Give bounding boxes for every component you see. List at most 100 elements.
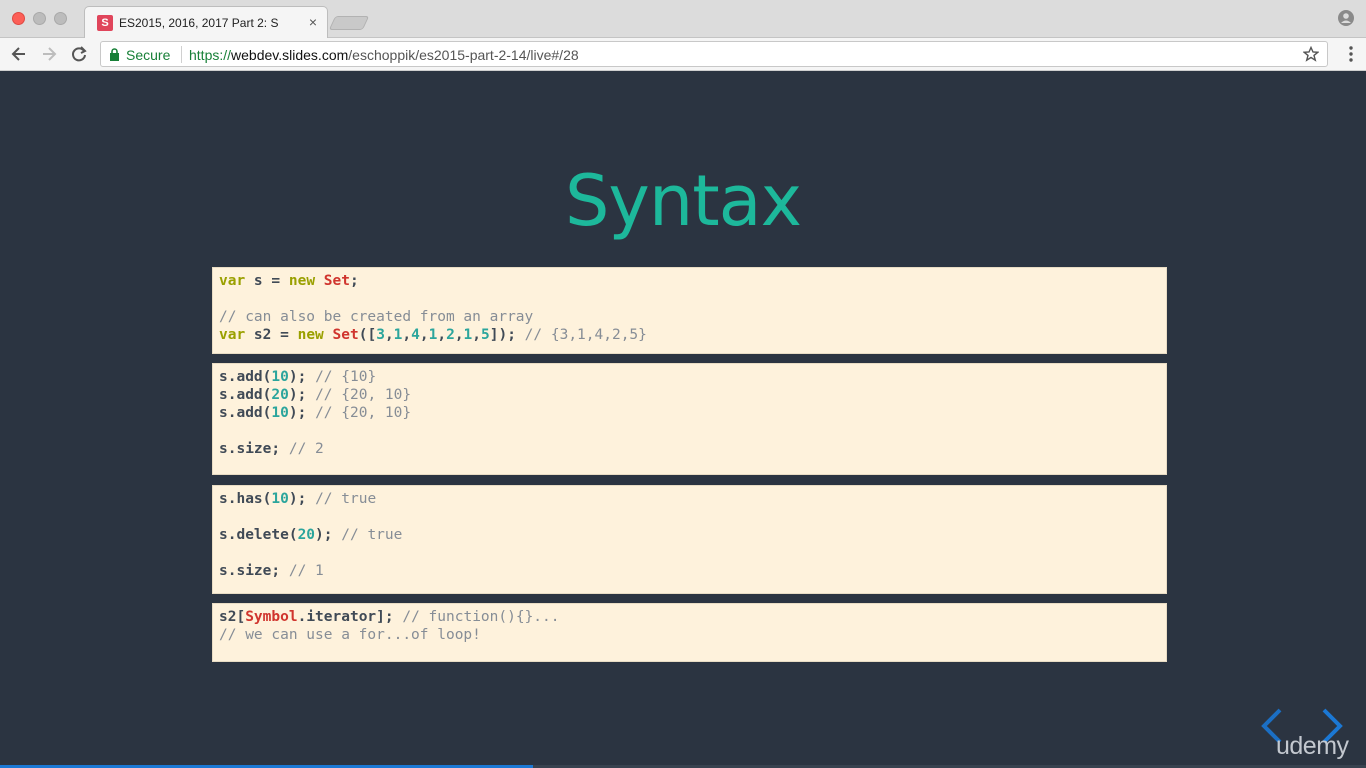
code-token: s.delete( — [219, 527, 298, 543]
code-token: var — [219, 273, 246, 289]
code-token: ); — [288, 405, 316, 421]
code-line: s.add(10); // {20, 10} — [219, 404, 1160, 422]
reload-icon[interactable] — [69, 44, 89, 64]
slide-title: Syntax — [565, 160, 802, 242]
code-token: s = — [245, 273, 289, 289]
code-token: , — [384, 327, 394, 343]
new-tab-button[interactable] — [328, 16, 370, 30]
code-token: // function(){}... — [402, 609, 560, 625]
code-token: , — [472, 327, 482, 343]
slides-favicon-icon: S — [97, 15, 113, 31]
bookmark-star-icon[interactable] — [1303, 46, 1319, 62]
udemy-logo: udemy — [1276, 732, 1349, 760]
code-token: , — [437, 327, 447, 343]
code-token: // {10} — [315, 369, 377, 385]
minimize-window-button[interactable] — [33, 12, 46, 25]
code-block-1: var s = new Set; // can also be created f… — [212, 267, 1167, 354]
code-token: s.size; — [219, 441, 289, 457]
code-line: var s = new Set; — [219, 272, 1160, 290]
code-line: s.add(20); // {20, 10} — [219, 386, 1160, 404]
browser-menu-icon[interactable] — [1349, 46, 1353, 62]
close-window-button[interactable] — [12, 12, 25, 25]
code-line: s.add(10); // {10} — [219, 368, 1160, 386]
code-token: var — [219, 327, 246, 343]
url-scheme: https:// — [189, 47, 232, 63]
code-token: // 1 — [288, 563, 324, 579]
code-token: ); — [288, 491, 316, 507]
code-token: 20 — [271, 387, 289, 403]
profile-icon[interactable] — [1338, 10, 1354, 26]
code-token: s.add( — [219, 387, 272, 403]
code-block-4: s2[Symbol.iterator]; // function(){}... /… — [212, 603, 1167, 662]
code-token: , — [419, 327, 429, 343]
back-arrow-icon[interactable] — [9, 44, 29, 64]
code-token: // {20, 10} — [315, 405, 412, 421]
slide: Syntax var s = new Set; // can also be cr… — [0, 72, 1366, 768]
code-token: s.add( — [219, 405, 272, 421]
code-token: Set — [332, 327, 359, 343]
code-token: // can also be created from an array — [219, 309, 534, 325]
url-host: webdev.slides.com — [231, 47, 349, 63]
code-token: ([ — [358, 327, 377, 343]
code-token: 3 — [376, 327, 385, 343]
code-token: ]); — [489, 327, 525, 343]
code-token: 2 — [446, 327, 455, 343]
code-token: 10 — [271, 369, 289, 385]
address-bar[interactable]: Secure https://webdev.slides.com/eschopp… — [100, 41, 1328, 67]
code-line: var s2 = new Set([3,1,4,1,2,1,5]); // {3… — [219, 326, 1160, 344]
code-token: s.has( — [219, 491, 272, 507]
code-token: new — [297, 327, 324, 343]
code-token: , — [402, 327, 412, 343]
code-token: s2[ — [219, 609, 246, 625]
code-token: .iterator]; — [297, 609, 403, 625]
code-token: // true — [341, 527, 403, 543]
code-token: ); — [315, 527, 342, 543]
code-token: // we can use a for...of loop! — [219, 627, 481, 643]
url-path: /eschoppik/es2015-part-2-14/live#/28 — [348, 47, 579, 63]
url-text[interactable]: https://webdev.slides.com/eschoppik/es20… — [189, 47, 579, 63]
code-token: Symbol — [245, 609, 298, 625]
code-token: // {20, 10} — [315, 387, 412, 403]
forward-arrow-icon[interactable] — [39, 44, 59, 64]
maximize-window-button[interactable] — [54, 12, 67, 25]
code-token: s.size; — [219, 563, 289, 579]
browser-tab-active[interactable]: S ES2015, 2016, 2017 Part 2: S × — [84, 6, 328, 38]
code-line: s.has(10); // true — [219, 490, 1160, 508]
code-token: 20 — [297, 527, 316, 543]
lock-icon — [110, 48, 119, 61]
code-token: // {3,1,4,2,5} — [524, 327, 647, 343]
code-token: s2 = — [245, 327, 298, 343]
code-line: s2[Symbol.iterator]; // function(){}... — [219, 608, 1160, 626]
tab-title: ES2015, 2016, 2017 Part 2: S — [119, 16, 279, 30]
code-token: ); — [288, 387, 316, 403]
tab-close-icon[interactable]: × — [309, 14, 317, 30]
code-token: 5 — [481, 327, 490, 343]
code-block-3: s.has(10); // true s.delete(20); // true s… — [212, 485, 1167, 594]
code-token: // true — [315, 491, 377, 507]
code-token: 1 — [463, 327, 473, 343]
code-token: 10 — [271, 405, 289, 421]
browser-toolbar: Secure https://webdev.slides.com/eschopp… — [0, 38, 1366, 71]
code-block-2: s.add(10); // {10} s.add(20); // {20, 10}… — [212, 363, 1167, 475]
code-token: , — [454, 327, 464, 343]
code-line: // can also be created from an array — [219, 308, 1160, 326]
code-line: s.delete(20); // true — [219, 526, 1160, 544]
code-token: s.add( — [219, 369, 272, 385]
code-token: ; — [350, 273, 359, 289]
code-token: ); — [288, 369, 316, 385]
browser-titlebar: S ES2015, 2016, 2017 Part 2: S × — [0, 0, 1366, 38]
secure-label: Secure — [126, 47, 171, 63]
code-token: 10 — [271, 491, 289, 507]
code-line: s.size; // 2 — [219, 440, 1160, 458]
code-token: // 2 — [288, 441, 324, 457]
code-token: Set — [323, 273, 350, 289]
code-line: s.size; // 1 — [219, 562, 1160, 580]
code-line: // we can use a for...of loop! — [219, 626, 1160, 644]
code-token: new — [288, 273, 316, 289]
